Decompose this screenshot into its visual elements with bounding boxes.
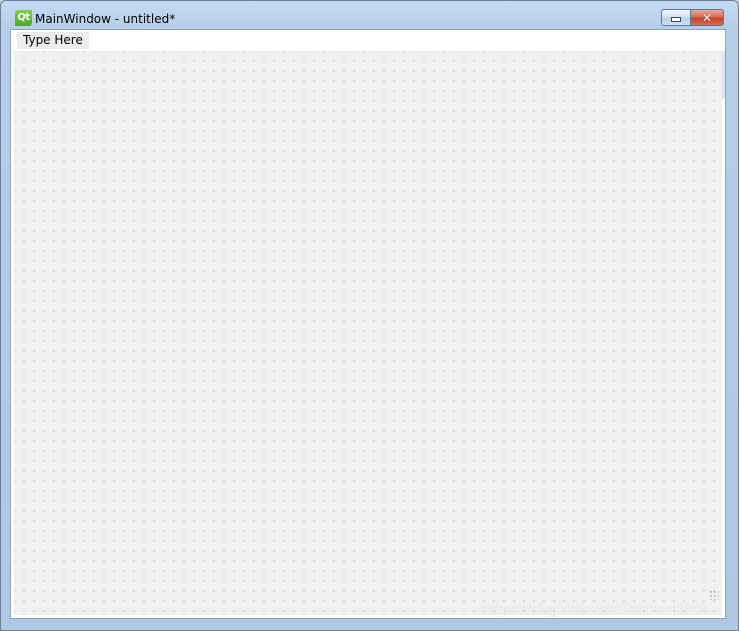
close-icon: ✕ <box>701 10 713 25</box>
menu-item-type-here[interactable]: Type Here <box>17 32 89 49</box>
qt-logo-icon: Qt <box>15 10 32 26</box>
resize-grip-icon[interactable] <box>709 590 719 600</box>
caption-buttons: ✕ <box>661 9 724 27</box>
menu-bar: Type Here <box>11 30 725 51</box>
window-title: MainWindow - untitled* <box>35 12 176 26</box>
watermark: https://blog.csdn.net/DaoYuanTech <box>483 603 708 618</box>
main-window: Qt MainWindow - untitled* ✕ Type Here ht… <box>0 0 739 631</box>
design-canvas[interactable] <box>14 51 722 615</box>
close-button[interactable]: ✕ <box>691 9 724 26</box>
minimize-button[interactable] <box>661 9 691 26</box>
scrollbar[interactable] <box>722 51 725 99</box>
minimize-icon <box>671 17 681 22</box>
client-area: Type Here <box>10 29 726 619</box>
title-bar[interactable]: Qt MainWindow - untitled* ✕ <box>1 1 738 29</box>
